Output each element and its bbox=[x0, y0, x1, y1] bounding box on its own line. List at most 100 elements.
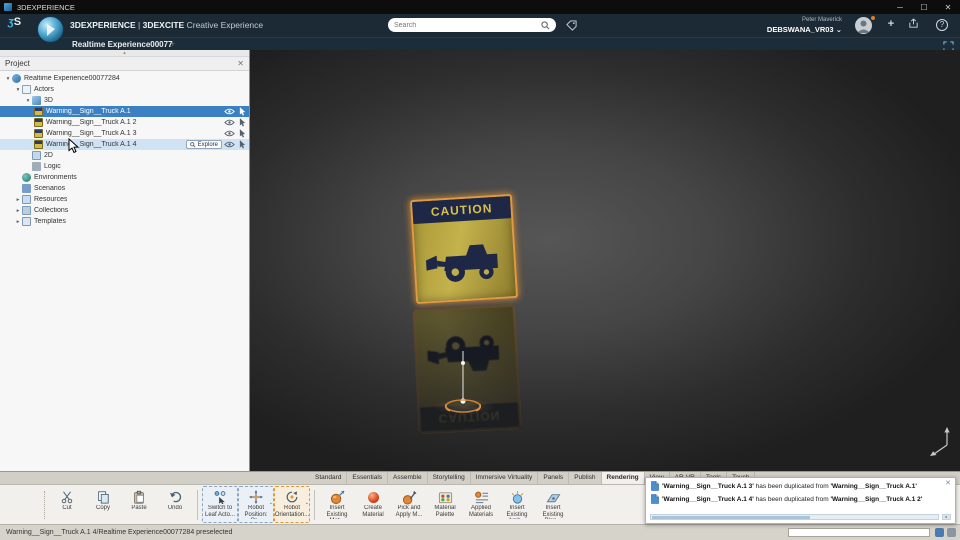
tree-item-environments[interactable]: Environments bbox=[0, 172, 249, 183]
expander-icon[interactable]: ▾ bbox=[14, 87, 22, 93]
close-button[interactable]: ✕ bbox=[936, 3, 960, 12]
top-bar: ʒS 3DEXPERIENCE | 3DEXCITE Creative Expe… bbox=[0, 14, 960, 43]
scrollbar-thumb[interactable] bbox=[652, 516, 810, 519]
window-titlebar: 3DEXPERIENCE ─ ☐ ✕ bbox=[0, 0, 960, 14]
visibility-eye-icon[interactable] bbox=[224, 108, 235, 115]
tab-storytelling[interactable]: Storytelling bbox=[428, 472, 471, 484]
explore-button[interactable]: Explore bbox=[185, 140, 222, 149]
notification-close-icon[interactable]: ✕ bbox=[945, 479, 951, 487]
selectable-toggle-icon[interactable] bbox=[239, 129, 246, 138]
add-tab-button[interactable]: + bbox=[170, 39, 175, 49]
position-manipulator[interactable] bbox=[428, 349, 498, 419]
visibility-eye-icon[interactable] bbox=[224, 141, 235, 148]
assistant-tray-icon[interactable] bbox=[947, 528, 956, 537]
create-material-button[interactable]: Create Material bbox=[355, 486, 391, 523]
expander-icon[interactable]: ▸ bbox=[14, 197, 22, 203]
dassault-logo: ʒS bbox=[8, 16, 22, 28]
caution-sign[interactable]: CAUTION bbox=[409, 193, 519, 305]
tree-item-resources[interactable]: ▸ Resources bbox=[0, 194, 249, 205]
pick-and-apply-material-button[interactable]: Pick and Apply M... bbox=[391, 486, 427, 523]
share-icon[interactable] bbox=[906, 18, 920, 32]
dropdown-chevron-icon[interactable]: ⌄ bbox=[305, 500, 309, 506]
selectable-toggle-icon[interactable] bbox=[239, 140, 246, 149]
tab-standard[interactable]: Standard bbox=[310, 472, 348, 484]
notification-scrollbar[interactable] bbox=[650, 514, 939, 520]
tab-panels[interactable]: Panels bbox=[538, 472, 570, 484]
search-bar[interactable] bbox=[388, 18, 556, 32]
caution-sign-graphic bbox=[413, 218, 515, 300]
expander-icon[interactable]: ▸ bbox=[14, 219, 22, 225]
tag-icon[interactable] bbox=[563, 17, 579, 33]
tenant-chevron-down-icon[interactable]: ⌄ bbox=[836, 25, 842, 34]
cut-button[interactable]: Cut bbox=[49, 486, 85, 523]
status-input-field[interactable] bbox=[788, 528, 930, 537]
tree-item-warning-sign-truck-3[interactable]: Warning__Sign__Truck A.1 3 bbox=[0, 128, 249, 139]
undo-button[interactable]: Undo bbox=[157, 486, 193, 523]
tab-rendering[interactable]: Rendering bbox=[601, 472, 645, 484]
tree-item-templates[interactable]: ▸ Templates bbox=[0, 216, 249, 227]
search-icon[interactable] bbox=[541, 20, 550, 30]
selectable-toggle-icon[interactable] bbox=[239, 107, 246, 116]
material-palette-button[interactable]: Material Palette bbox=[427, 486, 463, 523]
applied-materials-button[interactable]: Applied Materials bbox=[463, 486, 499, 523]
copy-button[interactable]: Copy bbox=[85, 486, 121, 523]
tree-item-warning-sign-truck-1[interactable]: Warning__Sign__Truck A.1 bbox=[0, 106, 249, 117]
tab-publish[interactable]: Publish bbox=[569, 472, 602, 484]
expander-icon[interactable]: ▾ bbox=[4, 76, 12, 82]
panel-collapse-handle[interactable]: ▴ bbox=[0, 50, 249, 57]
notification-panel[interactable]: ✕ 'Warning__Sign__Truck A.1 3' has been … bbox=[645, 477, 956, 524]
project-panel-close-icon[interactable]: ✕ bbox=[237, 59, 244, 68]
tree-item-label: 2D bbox=[44, 152, 53, 159]
notification-badge bbox=[870, 15, 876, 21]
project-panel-header: Project ✕ bbox=[0, 57, 249, 71]
tree-item-label: Logic bbox=[44, 163, 61, 170]
tree-item-warning-sign-truck-4[interactable]: Warning__Sign__Truck A.1 4 Explore bbox=[0, 139, 249, 150]
help-icon[interactable]: ? bbox=[936, 19, 948, 31]
tree-item-actors[interactable]: ▾ Actors bbox=[0, 84, 249, 95]
switch-to-leaf-actor-button[interactable]: Switch to Leaf Acto... bbox=[202, 486, 238, 523]
minimize-button[interactable]: ─ bbox=[888, 3, 912, 12]
tab-essentials[interactable]: Essentials bbox=[347, 472, 389, 484]
application-window: 3DEXPERIENCE ─ ☐ ✕ ʒS 3DEXPERIENCE | 3DE… bbox=[0, 0, 960, 540]
selectable-toggle-icon[interactable] bbox=[239, 118, 246, 127]
tree-item-3d[interactable]: ▾ 3D bbox=[0, 95, 249, 106]
dropdown-chevron-icon[interactable]: ⌄ bbox=[269, 500, 273, 506]
scrollbar-arrow-icon[interactable]: ▸ bbox=[942, 514, 951, 520]
tree-item-scenarios[interactable]: Scenarios bbox=[0, 183, 249, 194]
status-tray bbox=[935, 528, 956, 537]
3d-viewport[interactable]: CAUTION CAUTION bbox=[250, 50, 960, 471]
toolbar-drag-handle[interactable] bbox=[44, 490, 46, 519]
search-input[interactable] bbox=[388, 21, 541, 29]
tree-item-label: 3D bbox=[44, 97, 53, 104]
insert-existing-ambience-button[interactable]: Insert Existing Amb... bbox=[499, 486, 535, 523]
tree-item-warning-sign-truck-2[interactable]: Warning__Sign__Truck A.1 2 bbox=[0, 117, 249, 128]
visibility-eye-icon[interactable] bbox=[224, 130, 235, 137]
copy-icon bbox=[96, 489, 110, 505]
expander-icon[interactable]: ▸ bbox=[14, 208, 22, 214]
tree-item-collections[interactable]: ▸ Collections bbox=[0, 205, 249, 216]
add-content-button[interactable]: + bbox=[884, 18, 898, 30]
applied-materials-icon bbox=[474, 489, 489, 505]
project-tree: ▾ Realtime Experience00077284 ▾ Actors ▾… bbox=[0, 71, 249, 227]
view-axis-icon[interactable] bbox=[926, 425, 954, 457]
tree-item-logic[interactable]: Logic bbox=[0, 161, 249, 172]
experience-icon bbox=[12, 74, 21, 83]
tree-item-2d[interactable]: 2D bbox=[0, 150, 249, 161]
tree-item-root-experience[interactable]: ▾ Realtime Experience00077284 bbox=[0, 73, 249, 84]
insert-existing-material-button[interactable]: Insert Existing Mat... bbox=[319, 486, 355, 523]
robot-orientation-button[interactable]: Robot Orientation... ⌄ bbox=[274, 486, 310, 523]
maximize-button[interactable]: ☐ bbox=[912, 3, 936, 12]
robot-position-button[interactable]: Robot Position: Or... ⌄ bbox=[238, 486, 274, 523]
paste-button[interactable]: Paste bbox=[121, 486, 157, 523]
insert-existing-planet-button[interactable]: Insert Existing Plan... bbox=[535, 486, 571, 523]
user-info[interactable]: Peter Maverick DEBSWANA_VR03 ⌄ bbox=[767, 16, 842, 34]
environments-icon bbox=[22, 173, 31, 182]
visibility-eye-icon[interactable] bbox=[224, 119, 235, 126]
experience-tab[interactable]: Realtime Experience00077 bbox=[72, 40, 173, 49]
material-palette-icon bbox=[438, 489, 453, 505]
compass-icon[interactable] bbox=[37, 16, 64, 43]
tab-assemble[interactable]: Assemble bbox=[388, 472, 428, 484]
messages-tray-icon[interactable] bbox=[935, 528, 944, 537]
tab-immersive-virtuality[interactable]: Immersive Virtuality bbox=[471, 472, 539, 484]
expander-icon[interactable]: ▾ bbox=[24, 98, 32, 104]
